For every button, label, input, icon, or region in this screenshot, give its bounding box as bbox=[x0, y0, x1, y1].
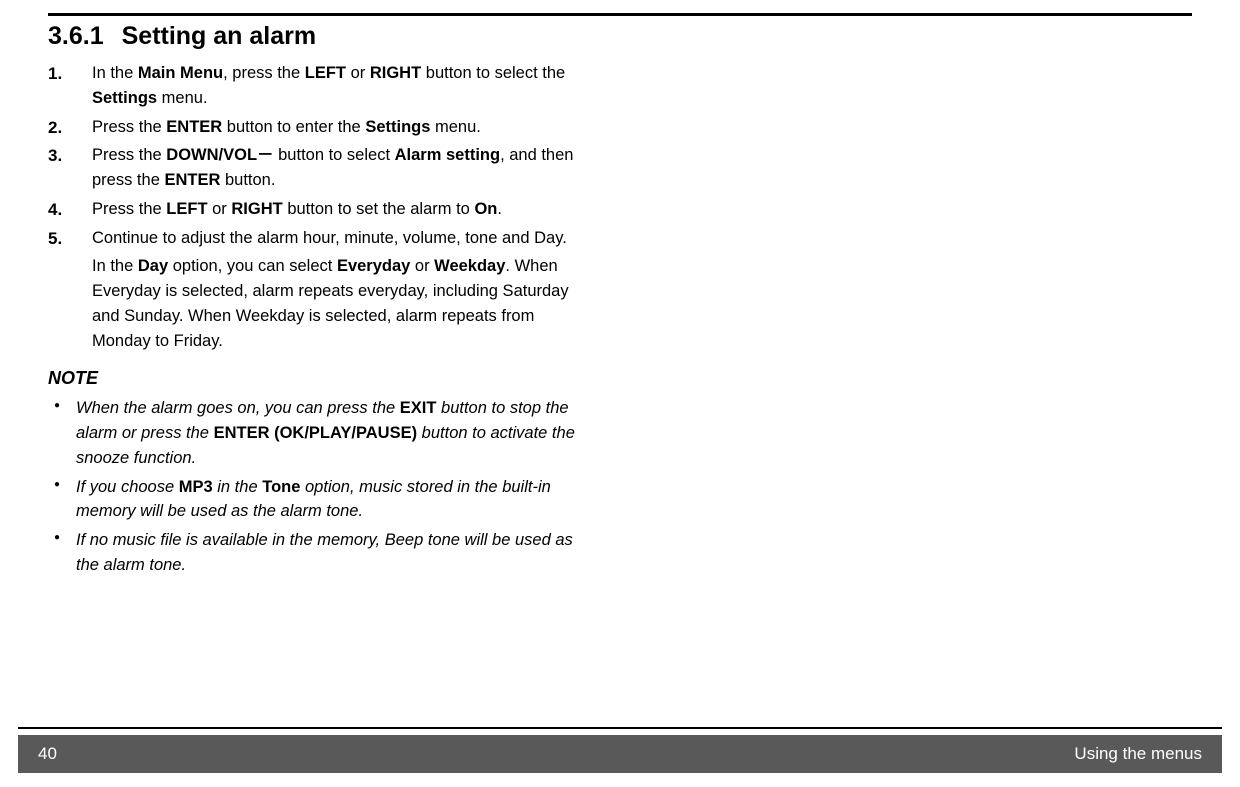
section-heading: 3.6.1 Setting an alarm bbox=[48, 22, 1192, 51]
step-text: Press the DOWN/VOL－ button to select Ala… bbox=[92, 146, 573, 189]
step-item: 1. In the Main Menu, press the LEFT or RI… bbox=[48, 61, 588, 111]
note-item: When the alarm goes on, you can press th… bbox=[48, 396, 588, 470]
step-text: Press the ENTER button to enter the Sett… bbox=[92, 118, 481, 136]
step-item: 4. Press the LEFT or RIGHT button to set … bbox=[48, 197, 588, 222]
note-item: If no music file is available in the mem… bbox=[48, 528, 588, 578]
step-number: 3. bbox=[48, 143, 62, 169]
step-text: In the Main Menu, press the LEFT or RIGH… bbox=[92, 64, 565, 107]
steps-list: 1. In the Main Menu, press the LEFT or RI… bbox=[48, 61, 588, 353]
step-number: 4. bbox=[48, 197, 62, 223]
page-number: 40 bbox=[38, 744, 57, 764]
notes-list: When the alarm goes on, you can press th… bbox=[48, 396, 588, 577]
section-title: Setting an alarm bbox=[122, 22, 317, 50]
section-number: 3.6.1 bbox=[48, 22, 104, 50]
page-footer: 40 Using the menus bbox=[18, 727, 1222, 773]
step-item: 2. Press the ENTER button to enter the Se… bbox=[48, 115, 588, 140]
step-item: 5. Continue to adjust the alarm hour, min… bbox=[48, 226, 588, 354]
note-item: If you choose MP3 in the Tone option, mu… bbox=[48, 475, 588, 525]
footer-section-title: Using the menus bbox=[1074, 744, 1202, 764]
step-text: Continue to adjust the alarm hour, minut… bbox=[92, 229, 567, 247]
note-label: NOTE bbox=[48, 365, 588, 392]
step-item: 3. Press the DOWN/VOL－ button to select A… bbox=[48, 143, 588, 193]
step-extra: In the Day option, you can select Everyd… bbox=[92, 254, 588, 353]
step-number: 1. bbox=[48, 61, 62, 87]
step-text: Press the LEFT or RIGHT button to set th… bbox=[92, 200, 502, 218]
top-rule bbox=[48, 13, 1192, 16]
step-number: 5. bbox=[48, 226, 62, 252]
step-number: 2. bbox=[48, 115, 62, 141]
